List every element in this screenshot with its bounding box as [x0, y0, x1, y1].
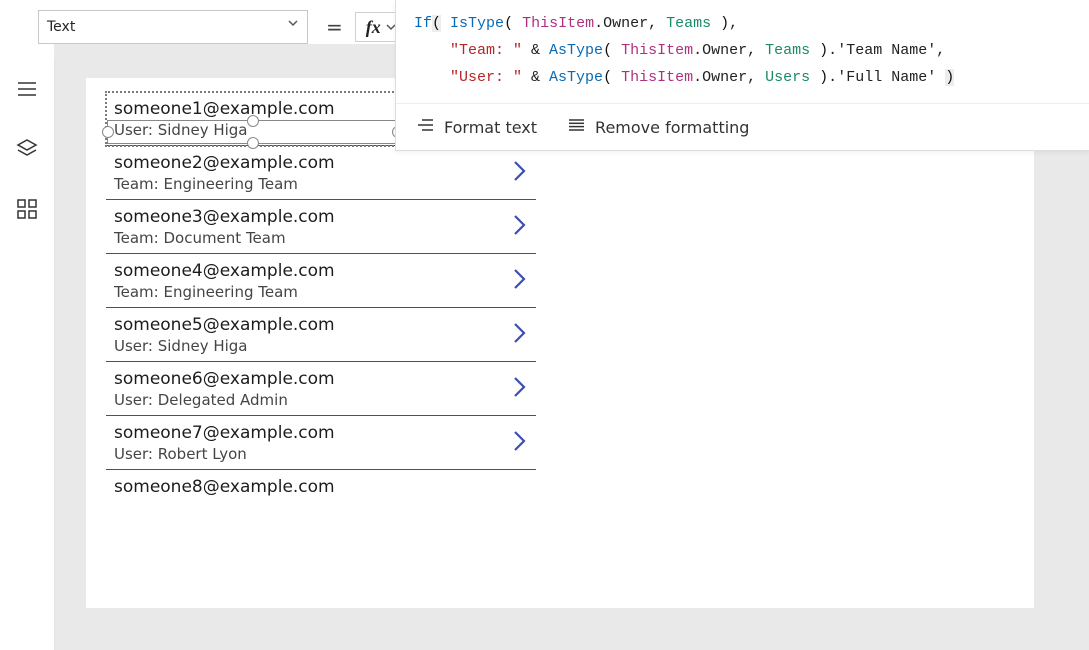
- formula-token-prop: ThisItem: [621, 42, 693, 59]
- formula-token-indent: [414, 69, 450, 86]
- formula-editor-panel: If( IsType( ThisItem.Owner, Teams ), "Te…: [395, 0, 1089, 151]
- components-icon[interactable]: [16, 198, 38, 220]
- property-select[interactable]: Text: [38, 10, 308, 44]
- formula-token-field: 'Full Name': [837, 69, 936, 86]
- gallery-item-title: someone3@example.com: [114, 207, 528, 227]
- formula-token-comma: ,: [729, 15, 738, 32]
- formula-token-field: Owner: [702, 42, 747, 59]
- formula-token-paren: ): [711, 15, 729, 32]
- formula-token-comma: ,: [747, 69, 765, 86]
- formula-editor[interactable]: If( IsType( ThisItem.Owner, Teams ), "Te…: [396, 0, 1089, 103]
- chevron-right-icon[interactable]: [512, 158, 528, 188]
- formula-token-prop: ThisItem: [621, 69, 693, 86]
- gallery-item-subtitle: Team: Document Team: [114, 229, 528, 247]
- formula-token-field: Owner: [702, 69, 747, 86]
- formula-token-str: "User: ": [450, 69, 522, 86]
- remove-formatting-icon: [567, 117, 585, 137]
- formula-token-comma: ,: [648, 15, 666, 32]
- formula-token-paren: ): [810, 69, 828, 86]
- formula-toolbar: Format text Remove formatting: [396, 103, 1089, 150]
- left-rail: [0, 60, 55, 650]
- chevron-right-icon[interactable]: [512, 266, 528, 296]
- chevron-right-icon[interactable]: [512, 428, 528, 458]
- formula-token-comma: ,: [936, 42, 945, 59]
- formula-token-type: Users: [765, 69, 810, 86]
- gallery-item[interactable]: someone7@example.com User: Robert Lyon: [106, 416, 536, 470]
- gallery-item-subtitle: Team: Engineering Team: [114, 283, 528, 301]
- formula-token-func: If: [414, 15, 432, 32]
- gallery-item-title: someone6@example.com: [114, 369, 528, 389]
- formula-token-paren_hl: (: [432, 15, 441, 32]
- formula-token-type: Teams: [666, 15, 711, 32]
- formula-token-paren: ): [810, 42, 828, 59]
- format-text-button[interactable]: Format text: [416, 117, 537, 137]
- formula-token-amp: &: [522, 69, 549, 86]
- remove-formatting-button[interactable]: Remove formatting: [567, 117, 749, 137]
- format-text-icon: [416, 117, 434, 137]
- app-screen[interactable]: someone1@example.comUser: Sidney Higasom…: [86, 78, 1034, 608]
- gallery-item[interactable]: someone5@example.com User: Sidney Higa: [106, 308, 536, 362]
- formula-token-amp: &: [522, 42, 549, 59]
- selection-handle[interactable]: [102, 126, 114, 138]
- formula-token-str: "Team: ": [450, 42, 522, 59]
- gallery-item-subtitle: Team: Engineering Team: [114, 175, 528, 193]
- equals-label: =: [326, 15, 343, 39]
- remove-formatting-label: Remove formatting: [595, 118, 749, 137]
- gallery-item-subtitle: User: Delegated Admin: [114, 391, 528, 409]
- formula-token-dot: .: [828, 42, 837, 59]
- chevron-right-icon[interactable]: [512, 212, 528, 242]
- formula-token-paren_hl: ): [945, 69, 954, 86]
- chevron-right-icon[interactable]: [512, 374, 528, 404]
- gallery-item-title: someone4@example.com: [114, 261, 528, 281]
- formula-token-field: Owner: [603, 15, 648, 32]
- gallery-item[interactable]: someone4@example.com Team: Engineering Te…: [106, 254, 536, 308]
- formula-token-comma: ,: [747, 42, 765, 59]
- formula-token-dot: .: [693, 42, 702, 59]
- format-text-label: Format text: [444, 118, 537, 137]
- formula-token-field: 'Team Name': [837, 42, 936, 59]
- gallery[interactable]: someone1@example.comUser: Sidney Higasom…: [106, 92, 536, 503]
- formula-token-indent: [414, 42, 450, 59]
- gallery-item-title: someone8@example.com: [114, 477, 528, 497]
- formula-token-func: AsType: [549, 69, 603, 86]
- gallery-item-title: someone5@example.com: [114, 315, 528, 335]
- gallery-item[interactable]: someone6@example.com User: Delegated Admi…: [106, 362, 536, 416]
- formula-token-paren: (: [603, 42, 621, 59]
- gallery-item-title: someone7@example.com: [114, 423, 528, 443]
- formula-token-dot: .: [828, 69, 837, 86]
- formula-token-func: AsType: [549, 42, 603, 59]
- formula-token-type: Teams: [765, 42, 810, 59]
- formula-token-paren: (: [504, 15, 522, 32]
- formula-token-paren: (: [603, 69, 621, 86]
- gallery-item[interactable]: someone3@example.com Team: Document Team: [106, 200, 536, 254]
- gallery-item-title: someone2@example.com: [114, 153, 528, 173]
- formula-token-space: [441, 15, 450, 32]
- chevron-down-icon: [287, 17, 299, 33]
- gallery-item[interactable]: someone2@example.com Team: Engineering Te…: [106, 146, 536, 200]
- chevron-right-icon[interactable]: [512, 320, 528, 350]
- gallery-item-subtitle: User: Sidney Higa: [114, 337, 528, 355]
- layers-icon[interactable]: [16, 138, 38, 160]
- formula-token-dot: .: [693, 69, 702, 86]
- formula-token-prop: ThisItem: [522, 15, 594, 32]
- formula-token-space: [936, 69, 945, 86]
- property-select-value: Text: [47, 19, 75, 35]
- formula-token-func: IsType: [450, 15, 504, 32]
- gallery-item-subtitle: User: Robert Lyon: [114, 445, 528, 463]
- fx-icon: fx: [366, 17, 381, 38]
- formula-token-dot: .: [594, 15, 603, 32]
- tree-view-icon[interactable]: [16, 78, 38, 100]
- gallery-item[interactable]: someone8@example.com: [106, 470, 536, 503]
